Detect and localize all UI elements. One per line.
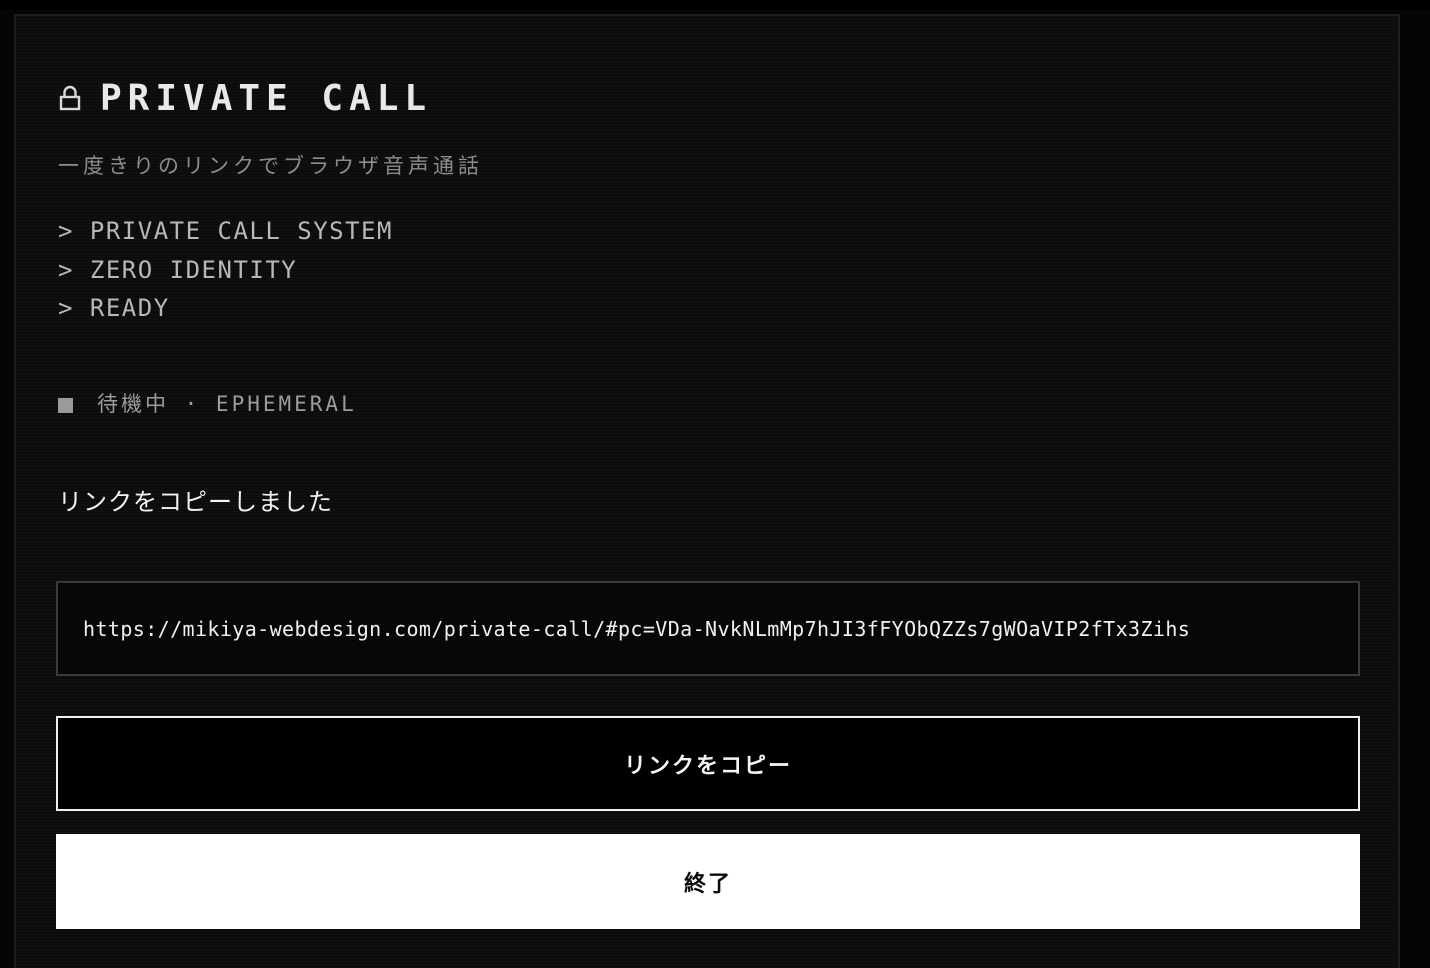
call-panel: PRIVATE CALL 一度きりのリンクでブラウザ音声通話 > PRIVATE… — [14, 14, 1400, 968]
status-text: 待機中 · EPHEMERAL — [97, 392, 357, 416]
terminal-log: > PRIVATE CALL SYSTEM > ZERO IDENTITY > … — [58, 212, 393, 328]
end-call-button[interactable]: 終了 — [56, 834, 1360, 929]
status-square-icon — [58, 397, 73, 413]
invite-link-field[interactable] — [83, 616, 1343, 641]
page-title: PRIVATE CALL — [100, 77, 433, 119]
page-subtitle: 一度きりのリンクでブラウザ音声通話 — [58, 154, 483, 178]
status-indicator: 待機中 · EPHEMERAL — [58, 388, 357, 418]
copied-message: リンクをコピーしました — [58, 488, 333, 516]
link-field-container — [56, 581, 1360, 676]
terminal-line: > READY — [58, 294, 170, 322]
header: PRIVATE CALL — [58, 76, 432, 120]
terminal-line: > ZERO IDENTITY — [58, 255, 298, 284]
window-top-strip — [0, 0, 1430, 10]
terminal-line: > PRIVATE CALL SYSTEM — [58, 217, 393, 245]
copy-link-button[interactable]: リンクをコピー — [56, 716, 1360, 811]
lock-icon — [58, 84, 82, 112]
